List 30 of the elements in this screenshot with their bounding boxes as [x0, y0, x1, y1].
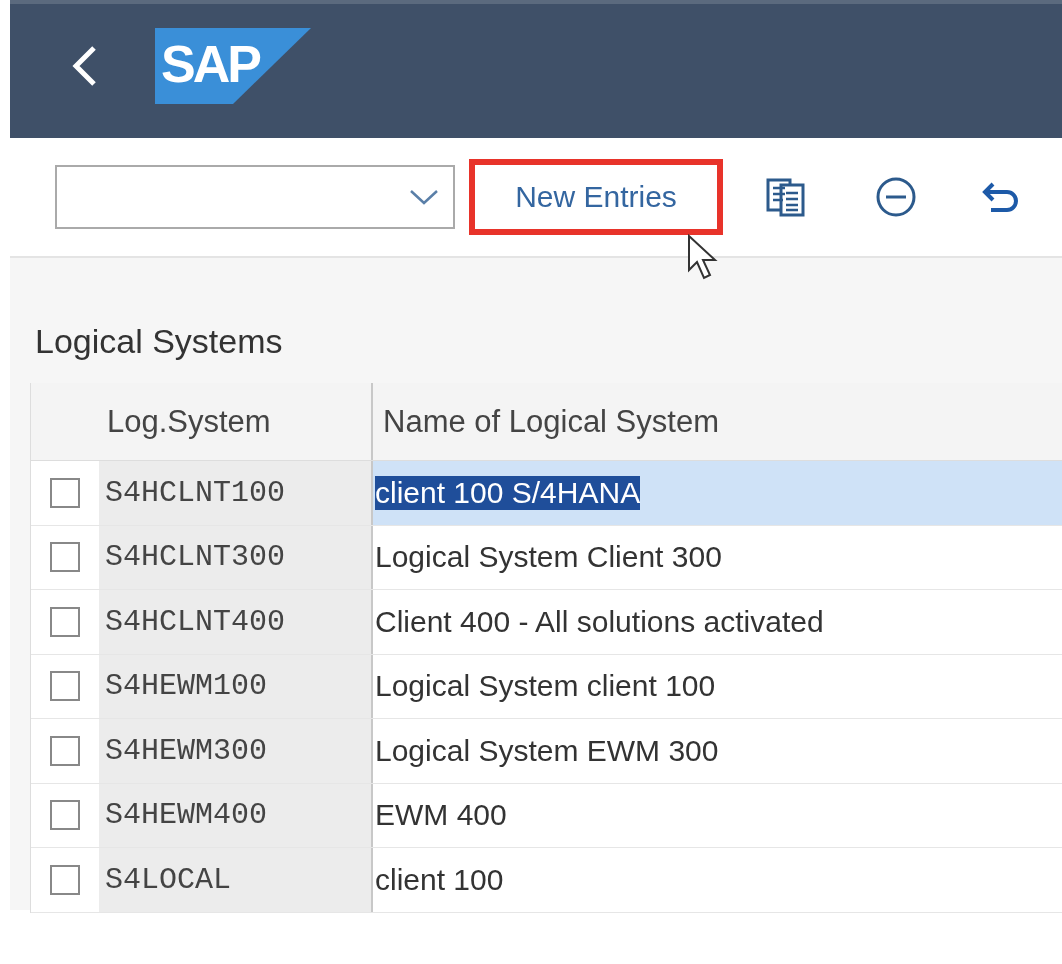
table-cell: S4HEWM400 — [99, 783, 373, 847]
copy-document-icon[interactable] — [765, 177, 807, 217]
row-checkbox[interactable] — [50, 606, 80, 637]
new-entries-button[interactable]: New Entries — [469, 159, 723, 235]
row-checkbox[interactable] — [50, 477, 80, 508]
name-field[interactable]: Client 400 - All solutions activated — [373, 590, 1062, 654]
name-field[interactable]: Logical System EWM 300 — [373, 719, 1062, 783]
table-cell: S4LOCAL — [99, 848, 373, 912]
table-cell: S4HCLNT100 — [99, 461, 373, 525]
table-cell: S4HCLNT300 — [99, 525, 373, 589]
row-checkbox[interactable] — [50, 864, 80, 895]
row-checkbox[interactable] — [50, 735, 80, 766]
undo-icon[interactable] — [981, 180, 1021, 214]
name-field[interactable]: client 100 — [373, 848, 1062, 912]
row-checkbox[interactable] — [50, 671, 80, 702]
section-title: Logical Systems — [35, 322, 284, 361]
chevron-down-icon — [409, 189, 439, 205]
name-field[interactable]: EWM 400 — [373, 783, 1062, 847]
name-field[interactable]: Logical System Client 300 — [373, 525, 1062, 589]
name-field[interactable]: Logical System client 100 — [373, 654, 1062, 718]
table-cell: S4HEWM100 — [99, 654, 373, 718]
minus-circle-icon[interactable] — [875, 176, 917, 218]
logo: SAP — [155, 28, 311, 104]
row-checkbox[interactable] — [50, 542, 80, 573]
table-cell: S4HCLNT400 — [99, 590, 373, 654]
table-cell: S4HEWM300 — [99, 719, 373, 783]
column-header: Name of Logical System — [382, 402, 720, 441]
name-field[interactable]: client 100 S/4HANA — [373, 461, 1062, 525]
dropdown-field[interactable] — [55, 165, 455, 229]
row-checkbox[interactable] — [50, 800, 80, 831]
